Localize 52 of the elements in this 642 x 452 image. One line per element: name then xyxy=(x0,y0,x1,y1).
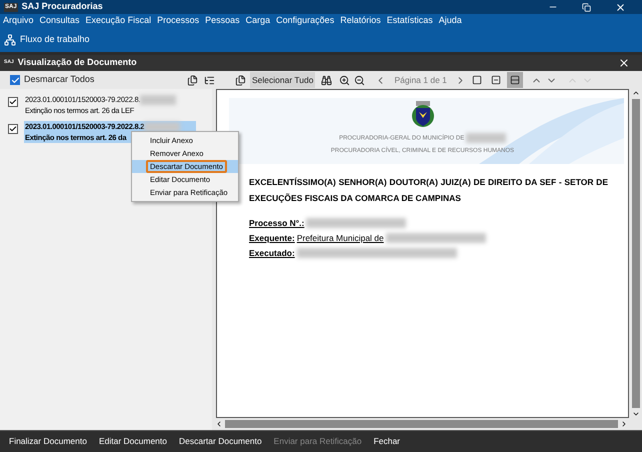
zoom-in-icon[interactable] xyxy=(339,74,350,86)
select-all-button[interactable]: Selecionar Tudo xyxy=(250,72,316,88)
page-layout-icon xyxy=(490,75,501,85)
menu-item[interactable]: Ajuda xyxy=(438,14,462,28)
menu-item[interactable]: Estatísticas xyxy=(386,14,433,28)
action-button[interactable]: Fechar xyxy=(374,435,400,448)
field-label: Executado: xyxy=(249,246,295,260)
action-button[interactable]: Editar Documento xyxy=(98,435,167,448)
scroll-left-icon[interactable] xyxy=(215,420,223,428)
coat-of-arms-icon xyxy=(410,100,436,128)
scrollbar-thumb[interactable] xyxy=(225,420,618,428)
field-label: Processo N°.: xyxy=(249,216,304,230)
checkbox-label: Desmarcar Todos xyxy=(24,73,94,86)
close-icon[interactable] xyxy=(618,57,630,69)
menu-item[interactable]: Configurações xyxy=(276,14,334,28)
menu-item[interactable]: Arquivo xyxy=(3,14,34,28)
checkbox[interactable] xyxy=(8,97,18,107)
redaction-mark xyxy=(144,122,180,132)
window-title: SAJ Procuradorias xyxy=(22,0,103,14)
menu-item[interactable]: Relatórios xyxy=(340,14,381,28)
zoom-out-icon[interactable] xyxy=(354,74,366,86)
menu-item[interactable]: Consultas xyxy=(40,14,80,28)
address-paragraph: EXCELENTÍSSIMO(A) SENHOR(A) DOUTOR(A) JUIZ(A) DE DIREITO DA SEF - SETOR DE EXECUÇÕES FISCAIS DA COMARCA DE CAMPINAS xyxy=(249,176,608,205)
page-layout-icon xyxy=(472,75,482,85)
checkbox[interactable] xyxy=(10,75,20,85)
action-button[interactable]: Finalizar Documento xyxy=(9,435,87,448)
document-window-title: Visualização de Documento xyxy=(18,56,137,70)
restore-icon[interactable] xyxy=(582,2,591,12)
field-value: Prefeitura Municipal de xyxy=(296,232,384,245)
hierarchy-icon xyxy=(4,34,16,46)
close-icon[interactable] xyxy=(615,2,626,12)
page-layout-icon xyxy=(510,75,520,85)
scrollbar-thumb[interactable] xyxy=(632,99,640,408)
view-mode-button[interactable] xyxy=(506,72,523,88)
menu-item[interactable]: Execução Fiscal xyxy=(86,14,152,28)
menu-item[interactable]: Pessoas xyxy=(205,14,240,28)
menu-item[interactable]: Carga xyxy=(246,14,270,28)
copy-icon[interactable] xyxy=(235,74,246,86)
field-label: Exequente: xyxy=(249,232,295,245)
scroll-up-icon[interactable] xyxy=(632,89,640,97)
action-button[interactable]: Descartar Documento xyxy=(179,435,262,448)
documents-icon[interactable] xyxy=(187,74,198,86)
redaction-mark xyxy=(140,95,176,106)
checkbox[interactable] xyxy=(8,124,18,134)
binoculars-icon[interactable] xyxy=(321,74,332,86)
workflow-button[interactable]: Fluxo de trabalho xyxy=(4,33,90,47)
scroll-right-icon[interactable] xyxy=(620,420,628,428)
scroll-down-icon[interactable] xyxy=(632,410,640,418)
redaction-mark xyxy=(466,133,506,143)
page-indicator: Página 1 de 1 xyxy=(394,74,447,86)
menu-item[interactable]: Processos xyxy=(157,14,200,28)
tree-icon[interactable] xyxy=(204,74,215,86)
